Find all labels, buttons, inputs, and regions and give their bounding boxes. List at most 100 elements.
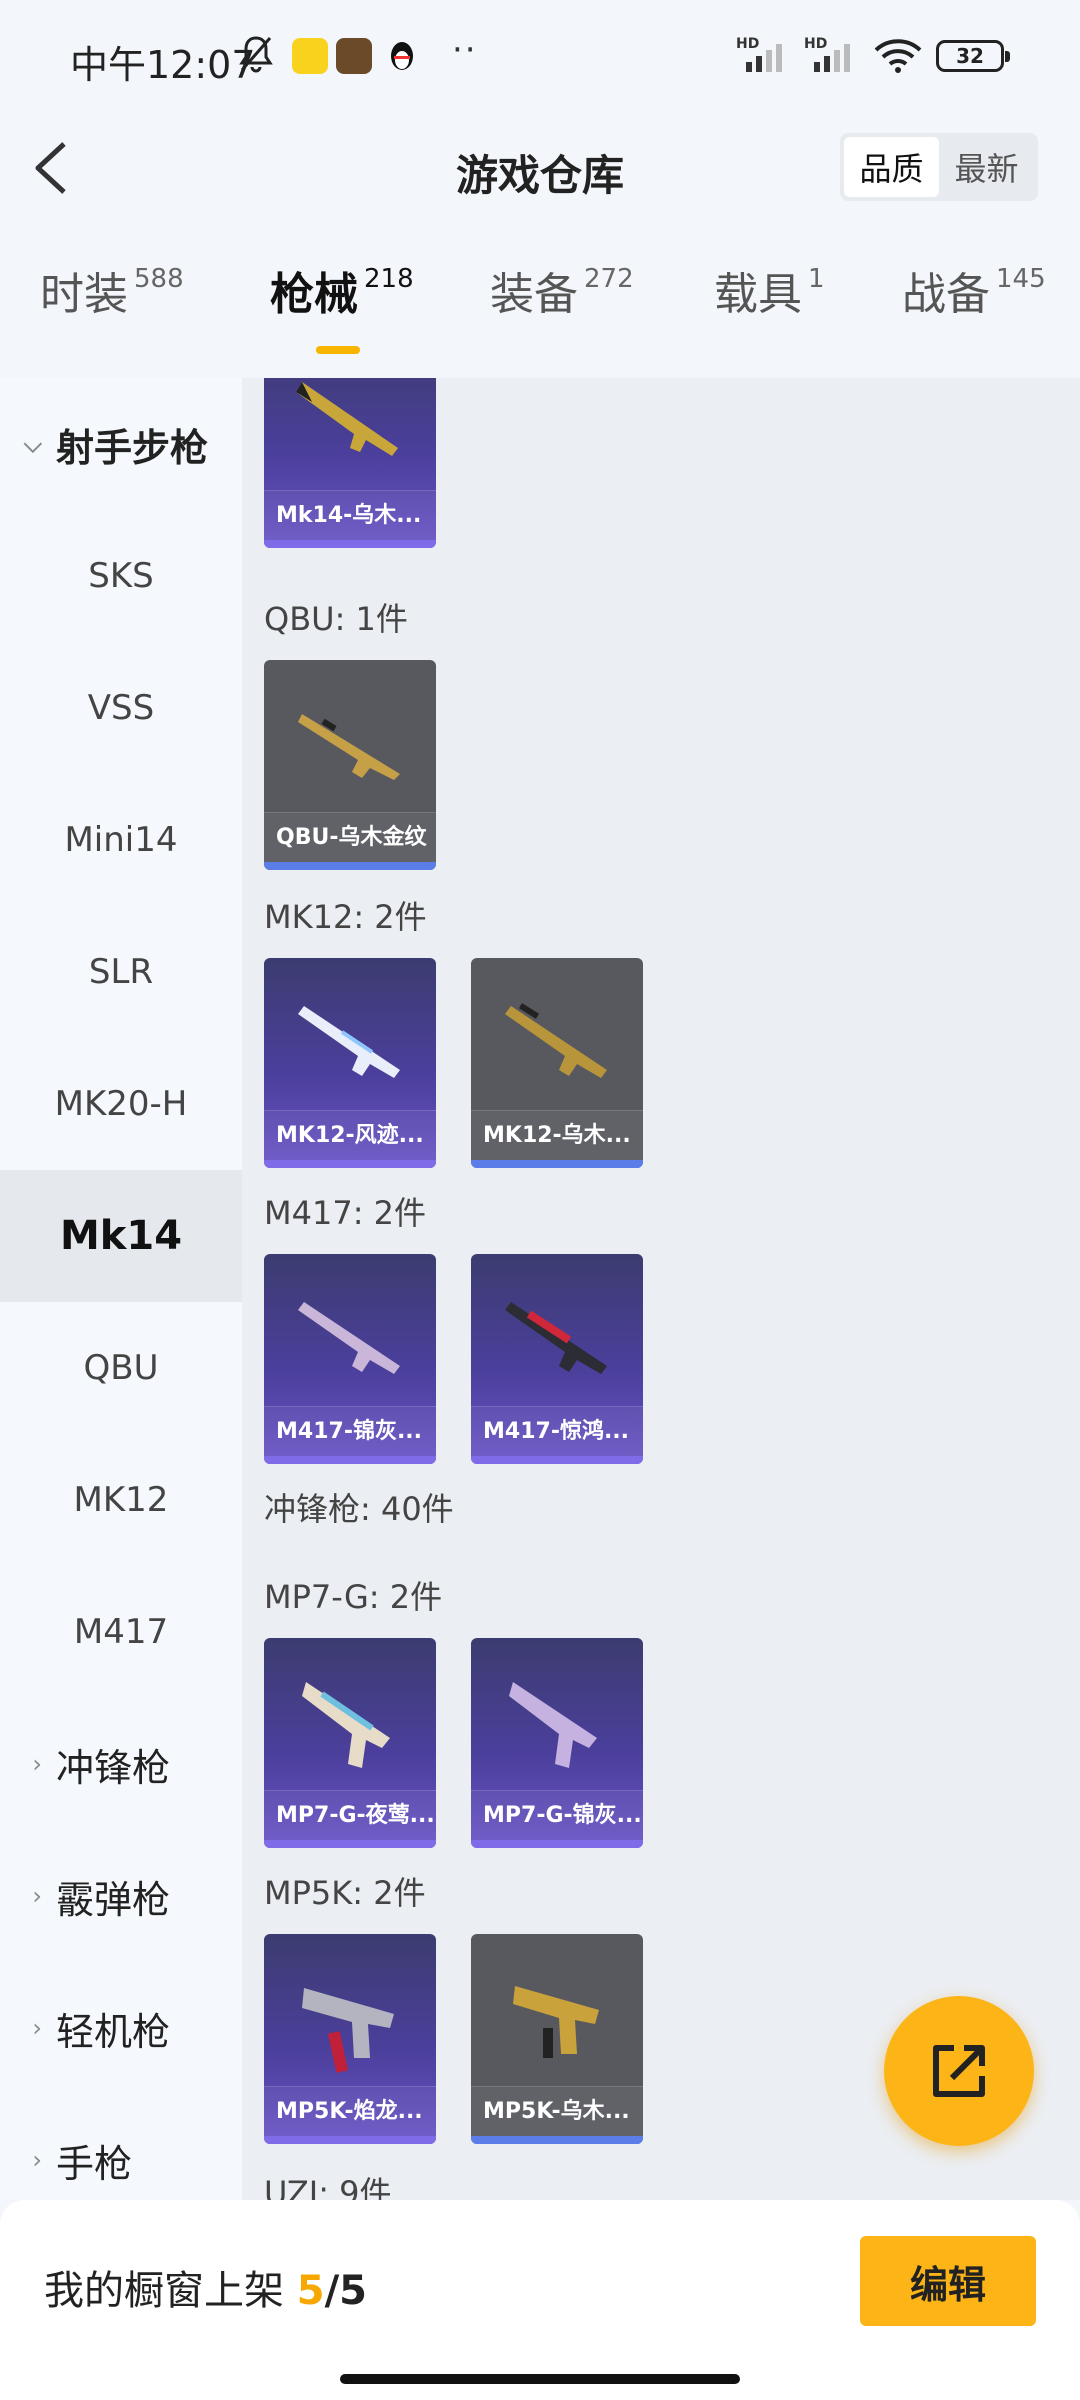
tab-label: 枪械 [270, 269, 358, 320]
sort-quality-button[interactable]: 品质 [844, 137, 939, 197]
sidebar-category-pistol[interactable]: › 手枪 [0, 2094, 242, 2200]
sidebar-item-mini14[interactable]: Mini14 [0, 774, 242, 906]
rarity-bar [471, 1840, 643, 1848]
item-name: MP5K-乌木... [471, 2086, 643, 2136]
sidebar-item-sks[interactable]: SKS [0, 510, 242, 642]
item-name: MP5K-焰龙... [264, 2086, 436, 2136]
sidebar-category-lmg[interactable]: › 轻机枪 [0, 1962, 242, 2094]
status-bar: 中午12:07 ·· HD HD 32 [0, 0, 1080, 116]
smg-skin-icon [302, 1682, 390, 1768]
rifle-skin-icon [505, 1003, 607, 1078]
item-card[interactable]: MP5K-乌木... [471, 1934, 643, 2144]
showcase-shelf-status: 我的橱窗上架 5/5 [44, 2258, 367, 2316]
tab-label: 装备 [490, 269, 578, 320]
item-name: MP7-G-锦灰... [471, 1790, 643, 1840]
group-title: MP5K: 2件 [264, 1874, 426, 1912]
tab-label: 载具 [714, 269, 802, 320]
rarity-bar [471, 1160, 643, 1168]
item-card[interactable]: QBU-乌木金纹 [264, 660, 436, 870]
sidebar-item-mk14[interactable]: Mk14 [0, 1170, 242, 1302]
tab-label: 时装 [40, 269, 128, 320]
smg-skin-icon [302, 1988, 394, 2073]
sidebar-category-label: 轻机枪 [56, 2009, 171, 2054]
rarity-bar [264, 1840, 436, 1848]
app-icon-game1 [292, 38, 328, 74]
rarity-bar [264, 1160, 436, 1168]
sidebar-item-mk12[interactable]: MK12 [0, 1434, 242, 1566]
hd-label: HD [736, 36, 760, 52]
category-tabs: 时装 588 枪械 218 装备 272 载具 1 战备 145 [0, 258, 1080, 378]
qq-penguin-icon [391, 42, 413, 70]
sidebar-item-vss[interactable]: VSS [0, 642, 242, 774]
sort-toggle: 品质 最新 [840, 133, 1038, 201]
tab-count: 272 [584, 264, 634, 294]
smg-skin-icon [513, 1986, 599, 2058]
group-title: MK12: 2件 [264, 898, 427, 936]
rarity-bar [264, 862, 436, 870]
more-notifications-icon: ·· [452, 30, 478, 70]
item-card[interactable]: M417-惊鸿... [471, 1254, 643, 1464]
sort-newest-button[interactable]: 最新 [939, 137, 1034, 197]
item-card[interactable]: MK12-风迹... [264, 958, 436, 1168]
share-external-icon [933, 2045, 985, 2097]
item-card[interactable]: MK12-乌木... [471, 958, 643, 1168]
rifle-skin-icon [505, 1302, 607, 1374]
rarity-bar [264, 1456, 436, 1464]
hd-label: HD [804, 36, 828, 52]
sidebar-category-label: 冲锋枪 [56, 1745, 171, 1790]
item-card[interactable]: MP5K-焰龙... [264, 1934, 436, 2144]
tab-label: 战备 [902, 269, 990, 320]
group-title: M417: 2件 [264, 1194, 427, 1232]
sidebar-category-label: 射手步枪 [56, 425, 209, 470]
sidebar-category-label: 霰弹枪 [56, 1877, 171, 1922]
item-card-mk14[interactable]: Mk14-乌木... [264, 378, 436, 548]
rifle-skin-icon [298, 714, 400, 780]
sidebar-item-slr[interactable]: SLR [0, 906, 242, 1038]
sidebar: ⌵ 射手步枪 SKS VSS Mini14 SLR MK20-H Mk14 QB… [0, 378, 242, 2200]
item-name: MP7-G-夜莺... [264, 1790, 436, 1840]
tab-count: 1 [808, 264, 825, 294]
sidebar-item-qbu[interactable]: QBU [0, 1302, 242, 1434]
tab-count: 218 [364, 264, 414, 294]
item-grid: Mk14-乌木... QBU: 1件 QBU-乌木金纹 MK12: 2件 MK1… [242, 378, 1080, 2200]
tab-vehicles[interactable]: 载具 1 [714, 258, 825, 322]
edit-button[interactable]: 编辑 [860, 2236, 1036, 2326]
bottom-bar: 我的橱窗上架 5/5 编辑 [0, 2200, 1080, 2400]
rifle-skin-icon [296, 382, 398, 456]
smg-skin-icon [509, 1682, 597, 1768]
sidebar-category-shotgun[interactable]: › 霰弹枪 [0, 1830, 242, 1962]
group-title: 冲锋枪: 40件 [264, 1490, 454, 1528]
sidebar-item-mk20h[interactable]: MK20-H [0, 1038, 242, 1170]
wifi-icon [874, 39, 922, 73]
item-card[interactable]: MP7-G-锦灰... [471, 1638, 643, 1848]
app-icon-game2 [336, 38, 372, 74]
tab-equipment[interactable]: 装备 272 [490, 258, 634, 322]
showcase-label: 我的橱窗上架 [44, 2268, 284, 2314]
sidebar-item-m417[interactable]: M417 [0, 1566, 242, 1698]
chevron-right-icon: › [32, 1750, 42, 1778]
item-name: QBU-乌木金纹 [264, 812, 436, 862]
tab-firearms[interactable]: 枪械 218 [270, 258, 414, 322]
rarity-bar [264, 2136, 436, 2144]
showcase-total: /5 [324, 2268, 368, 2314]
chevron-right-icon: › [32, 2014, 42, 2042]
sidebar-category-marksman-rifle[interactable]: ⌵ 射手步枪 [0, 378, 242, 510]
tab-count: 145 [996, 264, 1046, 294]
group-title: QBU: 1件 [264, 600, 408, 638]
rifle-skin-icon [298, 1006, 400, 1078]
item-name: M417-惊鸿... [471, 1406, 643, 1456]
chevron-down-icon: ⌵ [23, 430, 42, 458]
sidebar-category-smg[interactable]: › 冲锋枪 [0, 1698, 242, 1830]
tab-count: 588 [134, 264, 184, 294]
item-card[interactable]: M417-锦灰... [264, 1254, 436, 1464]
sidebar-category-label: 手枪 [56, 2141, 133, 2186]
tab-fashion[interactable]: 时装 588 [40, 258, 184, 322]
mute-bell-icon [239, 36, 273, 73]
tab-combat-gear[interactable]: 战备 145 [902, 258, 1046, 322]
home-indicator[interactable] [340, 2374, 740, 2384]
item-name: MK12-乌木... [471, 1110, 643, 1160]
share-button[interactable] [884, 1996, 1034, 2146]
battery-indicator: 32 [936, 40, 1010, 72]
item-card[interactable]: MP7-G-夜莺... [264, 1638, 436, 1848]
header: 游戏仓库 品质 最新 [0, 116, 1080, 222]
